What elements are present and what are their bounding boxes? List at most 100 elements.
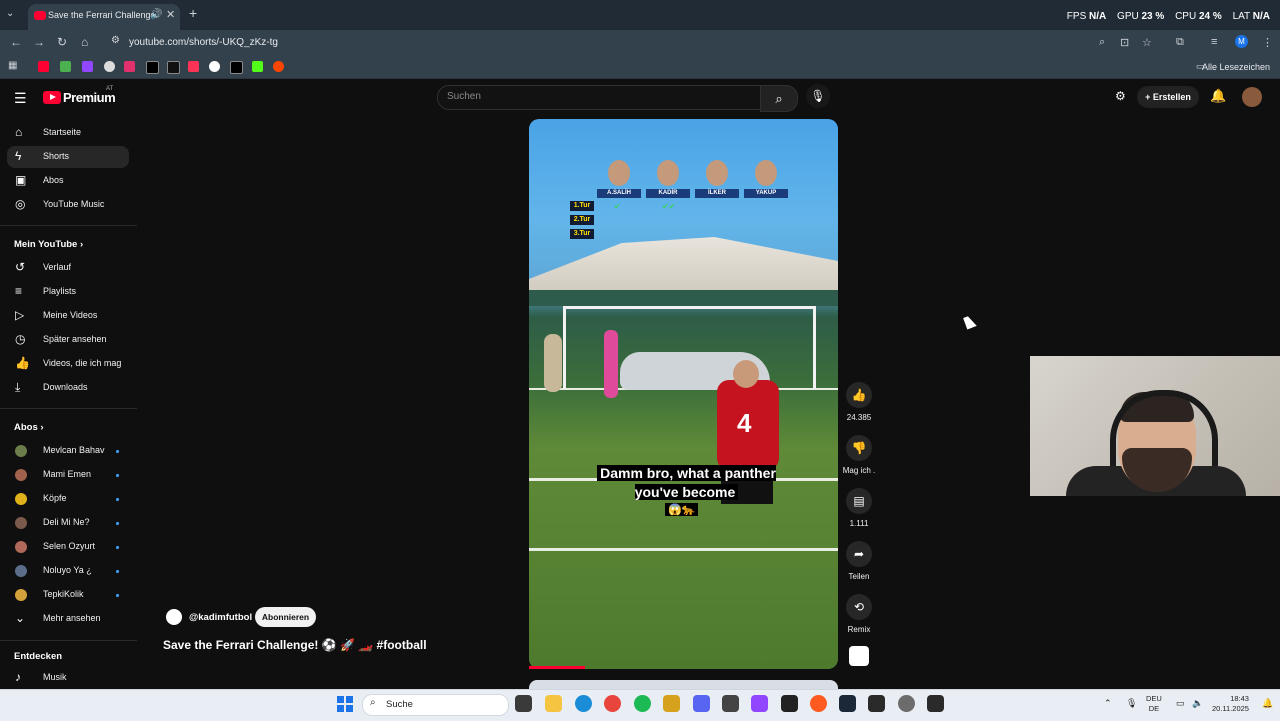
sidebar-item-subscription[interactable]: TepkiKolik — [7, 584, 129, 606]
bookmark-x-icon[interactable] — [146, 61, 159, 74]
sidebar-item-music[interactable]: ♪ Musik — [7, 667, 129, 689]
bookmark-instagram-icon[interactable] — [124, 61, 135, 72]
bookmark-maps-icon[interactable] — [60, 61, 71, 72]
address-bar[interactable]: youtube.com/shorts/-UKQ_zKz-tg — [129, 37, 278, 48]
video-progress-bar[interactable] — [529, 666, 585, 669]
system-clock[interactable]: 18:43 20.11.2025 — [1212, 694, 1249, 714]
heading-label: Abos — [14, 422, 38, 433]
notifications-bell-icon[interactable]: 🔔 — [1210, 88, 1226, 104]
volume-icon[interactable]: 🔈 — [1192, 698, 1203, 709]
app-icon[interactable] — [663, 695, 680, 712]
sidebar-item-youtube-music[interactable]: ◎ YouTube Music — [7, 194, 129, 216]
channel-avatar[interactable] — [166, 609, 182, 625]
app-icon[interactable] — [810, 695, 827, 712]
menu-dots-icon[interactable]: ⋮ — [1262, 36, 1273, 49]
sidebar-item-subscription[interactable]: Noluyo Ya ¿ — [7, 560, 129, 582]
sidebar-heading-subscriptions[interactable]: Abos › — [14, 422, 44, 433]
sidebar-item-downloads[interactable]: ⤓ Downloads — [7, 377, 129, 399]
bookmark-circle-icon[interactable] — [104, 61, 115, 72]
steam-icon[interactable] — [839, 695, 856, 712]
discord-icon[interactable] — [693, 695, 710, 712]
sidebar-item-subscription[interactable]: Deli Mi Ne? — [7, 512, 129, 534]
extensions-icon[interactable]: ⧉ — [1176, 36, 1184, 49]
sidebar-item-history[interactable]: ↺ Verlauf — [7, 257, 129, 279]
all-bookmarks-link[interactable]: Alle Lesezeichen — [1202, 62, 1270, 72]
subscribe-button[interactable]: Abonnieren — [255, 607, 316, 627]
channel-handle[interactable]: @kadimfutbol — [189, 612, 252, 623]
remix-button[interactable]: ⟲ — [846, 594, 872, 620]
sidebar-item-home[interactable]: ⌂ Startseite — [7, 122, 129, 144]
sidebar-item-my-videos[interactable]: ▷ Meine Videos — [7, 305, 129, 327]
chrome-icon[interactable] — [604, 695, 621, 712]
account-avatar[interactable] — [1242, 87, 1262, 107]
site-info-icon[interactable]: ⚙ — [111, 35, 120, 46]
sidebar-item-subscription[interactable]: Selen Ozyurt — [7, 536, 129, 558]
epic-games-icon[interactable] — [927, 695, 944, 712]
reading-list-icon[interactable]: ≡ — [1211, 36, 1217, 48]
taskbar-search-input[interactable] — [362, 694, 509, 716]
app-icon[interactable] — [781, 695, 798, 712]
twitch-icon[interactable] — [751, 695, 768, 712]
sidebar-item-liked[interactable]: 👍 Videos, die ich mag — [7, 353, 129, 375]
create-button[interactable]: + Erstellen — [1137, 86, 1199, 108]
notification-center-icon[interactable]: 🔔 — [1262, 698, 1273, 709]
apps-grid-icon[interactable]: ▦ — [8, 60, 17, 71]
reload-icon[interactable]: ↻ — [57, 35, 67, 49]
bookmark-star-icon[interactable]: ☆ — [1142, 36, 1152, 49]
voice-search-button[interactable]: 🎙 — [806, 84, 830, 108]
search-button[interactable]: ⌕ — [760, 85, 798, 112]
sidebar-item-subscription[interactable]: Köpfe — [7, 488, 129, 510]
brand-label[interactable]: Premium — [63, 90, 116, 105]
zoom-icon[interactable]: ⌕ — [1099, 36, 1105, 49]
back-arrow-icon[interactable]: ← — [10, 35, 22, 49]
speaker-icon[interactable]: 🔊 — [150, 9, 162, 20]
thumbs-down-icon: 👎 — [851, 441, 867, 455]
bookmark-twitch-icon[interactable] — [82, 61, 93, 72]
sidebar-item-subscription[interactable]: Mevlcan Bahav — [7, 440, 129, 462]
sidebar-item-subscriptions[interactable]: ▣ Abos — [7, 170, 129, 192]
youtube-logo-icon[interactable] — [43, 91, 61, 104]
microphone-icon[interactable]: 🎙 — [1126, 698, 1137, 709]
file-explorer-icon[interactable] — [545, 695, 562, 712]
sidebar-show-more[interactable]: ⌄ Mehr ansehen — [7, 608, 129, 630]
sidebar-item-watch-later[interactable]: ◷ Später ansehen — [7, 329, 129, 351]
tab-search-chevron-icon[interactable]: ⌄ — [6, 8, 14, 19]
language-indicator[interactable]: DEU DE — [1146, 694, 1162, 714]
app-icon[interactable] — [722, 695, 739, 712]
bookmark-kick-icon[interactable] — [252, 61, 263, 72]
sidebar-item-shorts[interactable]: ϟ Shorts — [7, 146, 129, 168]
dislike-button[interactable]: 👎 — [846, 435, 872, 461]
new-tab-button[interactable]: + — [189, 5, 197, 21]
task-view-icon[interactable] — [515, 695, 532, 712]
bookmark-tiktok-icon[interactable] — [230, 61, 243, 74]
menu-hamburger-icon[interactable]: ☰ — [14, 90, 27, 107]
browser-tab[interactable]: Save the Ferrari Challenge! 🔊 ✕ — [28, 4, 180, 30]
sidebar-heading-you[interactable]: Mein YouTube › — [14, 239, 83, 250]
app-icon[interactable] — [898, 695, 915, 712]
epic-games-icon[interactable] — [868, 695, 885, 712]
bookmark-reddit-icon[interactable] — [273, 61, 284, 72]
share-button[interactable]: ➦ — [846, 541, 872, 567]
bookmark-gallery-icon[interactable] — [188, 61, 199, 72]
search-input[interactable] — [437, 85, 761, 110]
bookmark-slash-icon[interactable] — [167, 61, 180, 74]
sound-channel-thumbnail[interactable] — [849, 646, 869, 666]
forward-arrow-icon[interactable]: → — [33, 35, 45, 49]
spotify-icon[interactable] — [634, 695, 651, 712]
install-app-icon[interactable]: ⊡ — [1120, 36, 1129, 49]
profile-avatar[interactable]: M — [1235, 35, 1248, 48]
tab-close-icon[interactable]: ✕ — [166, 8, 175, 21]
windows-start-icon[interactable] — [337, 696, 353, 712]
edge-icon[interactable] — [575, 695, 592, 712]
comments-button[interactable]: ▤ — [846, 488, 872, 514]
sidebar-item-playlists[interactable]: ≡ Playlists — [7, 281, 129, 303]
home-button-icon[interactable]: ⌂ — [81, 35, 88, 49]
network-icon[interactable]: ▭ — [1176, 698, 1185, 709]
sidebar-item-subscription[interactable]: Mami Emen — [7, 464, 129, 486]
cast-icon[interactable]: ⚙ — [1115, 89, 1126, 103]
tray-chevron-icon[interactable]: ⌃ — [1104, 698, 1112, 709]
bookmark-github-icon[interactable] — [209, 61, 220, 72]
video-title[interactable]: Save the Ferrari Challenge! ⚽ 🚀 🏎️ #foot… — [163, 638, 427, 652]
like-button[interactable]: 👍 — [846, 382, 872, 408]
bookmark-youtube-icon[interactable] — [38, 61, 49, 72]
